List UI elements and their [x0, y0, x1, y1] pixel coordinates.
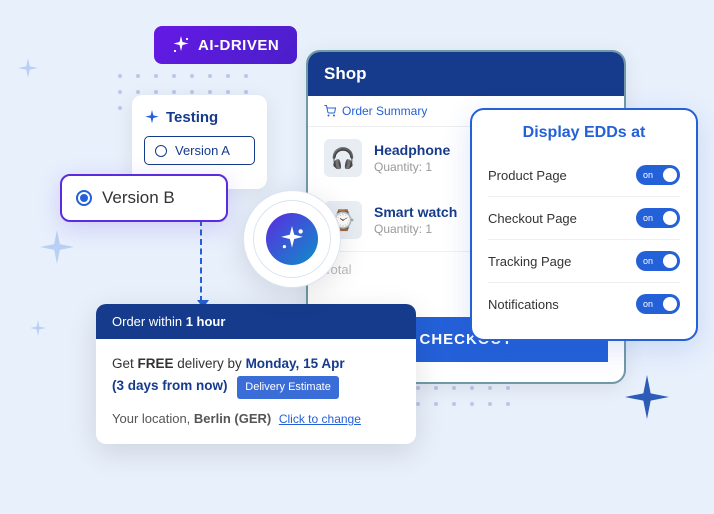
item-quantity: Quantity: 1 — [374, 160, 450, 174]
edd-label: Product Page — [488, 168, 567, 183]
edd-row-notifications: Notifications on — [488, 283, 680, 325]
sparkle-icon — [172, 36, 190, 54]
star-decor-icon — [18, 58, 38, 78]
toggle-switch[interactable]: on — [636, 208, 680, 228]
edd-title: Display EDDs at — [488, 124, 680, 142]
version-a-option[interactable]: Version A — [144, 136, 255, 165]
version-b-option[interactable]: Version B — [60, 174, 228, 222]
arrow-down-icon — [200, 220, 202, 302]
edd-label: Tracking Page — [488, 254, 571, 269]
ai-badge-label: AI-DRIVEN — [198, 37, 279, 54]
ai-center-badge — [243, 190, 341, 288]
radio-filled-icon — [76, 190, 92, 206]
item-quantity: Quantity: 1 — [374, 222, 457, 236]
cart-icon — [324, 105, 336, 117]
delivery-header: Order within 1 hour — [96, 304, 416, 339]
radio-empty-icon — [155, 145, 167, 157]
shop-title: Shop — [308, 52, 624, 96]
edd-label: Notifications — [488, 297, 559, 312]
testing-title: Testing — [144, 109, 255, 126]
edd-label: Checkout Page — [488, 211, 577, 226]
edd-row-product: Product Page on — [488, 154, 680, 197]
version-a-label: Version A — [175, 143, 230, 158]
toggle-switch[interactable]: on — [636, 165, 680, 185]
version-b-label: Version B — [102, 188, 175, 208]
change-location-link[interactable]: Click to change — [279, 412, 361, 426]
headphone-icon: 🎧 — [324, 139, 362, 177]
ai-driven-badge: AI-DRIVEN — [154, 26, 297, 64]
edd-row-tracking: Tracking Page on — [488, 240, 680, 283]
edd-panel: Display EDDs at Product Page on Checkout… — [470, 108, 698, 341]
toggle-switch[interactable]: on — [636, 251, 680, 271]
toggle-switch[interactable]: on — [636, 294, 680, 314]
edd-row-checkout: Checkout Page on — [488, 197, 680, 240]
item-name: Smart watch — [374, 204, 457, 220]
star-decor-icon — [30, 320, 46, 336]
star-decor-icon — [625, 375, 669, 419]
sparkle-icon — [144, 110, 160, 126]
item-name: Headphone — [374, 142, 450, 158]
sparkle-icon — [279, 226, 305, 252]
star-decor-icon — [40, 230, 74, 264]
delivery-estimate-badge: Delivery Estimate — [237, 376, 339, 400]
location-row: Your location, Berlin (GER) Click to cha… — [112, 409, 400, 430]
delivery-card: Order within 1 hour Get FREE delivery by… — [96, 304, 416, 444]
delivery-body: Get FREE delivery by Monday, 15 Apr (3 d… — [96, 339, 416, 444]
